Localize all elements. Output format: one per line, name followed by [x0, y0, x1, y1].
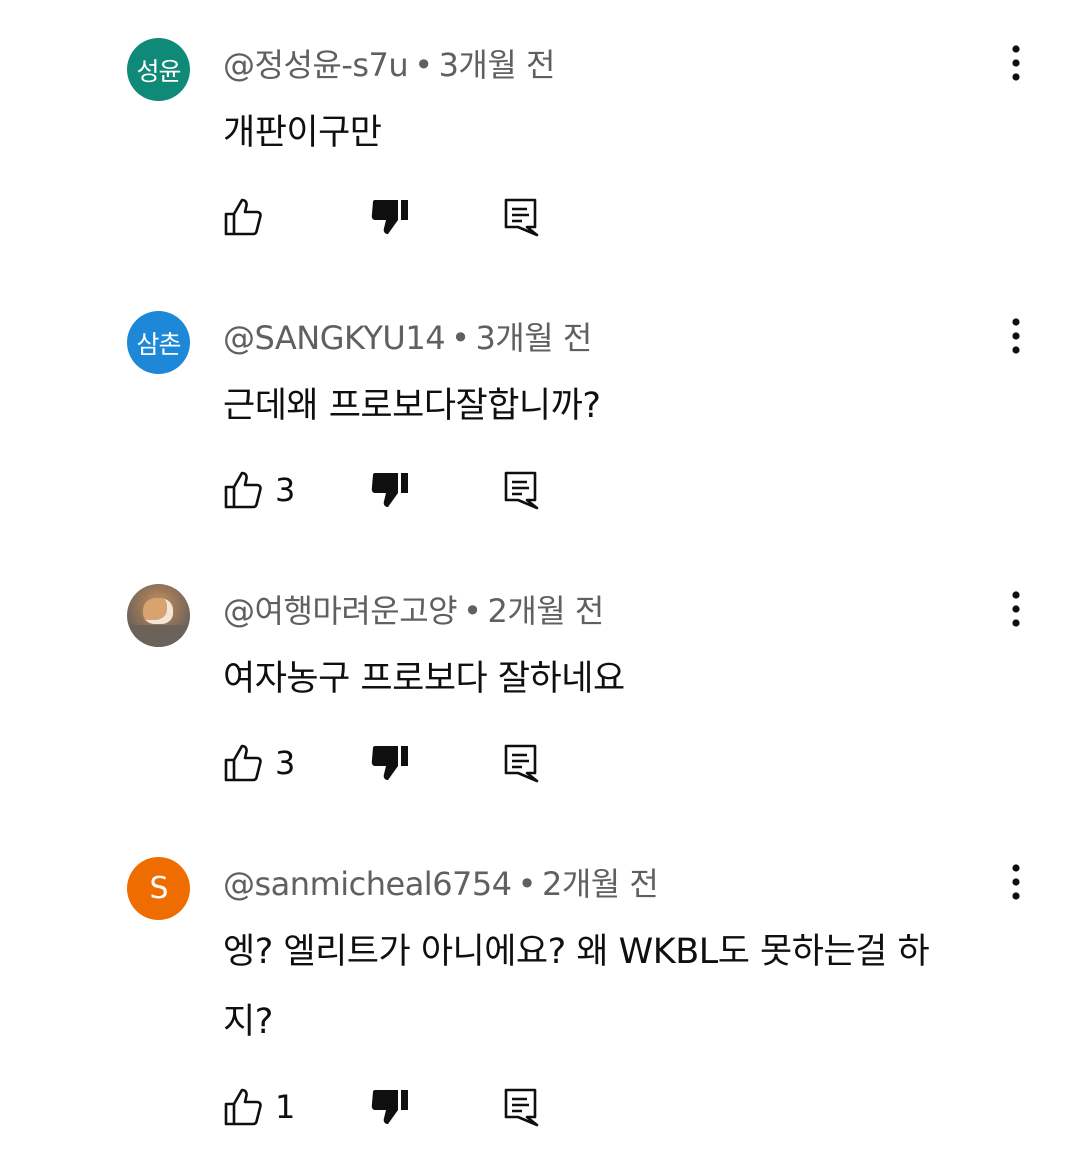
thumbs-up-icon: [223, 1087, 263, 1127]
more-options-icon[interactable]: [1000, 44, 1032, 84]
thumbs-up-icon: [223, 470, 263, 510]
avatar-photo-ground: [127, 625, 190, 647]
reply-icon: [503, 1087, 539, 1127]
more-options-icon[interactable]: [1000, 863, 1032, 903]
reply-icon: [503, 470, 539, 510]
author-handle[interactable]: @정성윤-s7u: [223, 46, 409, 84]
thumbs-up-icon: [223, 197, 263, 237]
thumbs-down-icon: [371, 1087, 411, 1127]
avatar-initials: 삼촌: [136, 329, 181, 359]
comment-meta: @SANGKYU14 • 3개월 전: [223, 313, 592, 359]
meta-separator: •: [451, 319, 470, 357]
thumbs-up-icon: [223, 743, 263, 783]
meta-separator: •: [414, 46, 433, 84]
comment-time[interactable]: 2개월 전: [487, 592, 604, 630]
dislike-button[interactable]: [371, 195, 411, 239]
dislike-button[interactable]: [371, 468, 411, 512]
like-count: 3: [275, 744, 296, 782]
thumbs-down-icon: [371, 470, 411, 510]
reply-button[interactable]: [503, 1085, 539, 1129]
avatar[interactable]: S: [127, 857, 190, 920]
more-options-icon[interactable]: [1000, 590, 1032, 630]
thumbs-down-icon: [371, 197, 411, 237]
comment-time[interactable]: 2개월 전: [542, 865, 659, 903]
comment-actions: 3: [223, 468, 553, 512]
avatar[interactable]: 삼촌: [127, 311, 190, 374]
dislike-button[interactable]: [371, 1085, 411, 1129]
comment-actions: [223, 195, 553, 239]
meta-separator: •: [517, 865, 537, 903]
like-button[interactable]: 3: [223, 468, 295, 512]
reply-icon: [503, 743, 539, 783]
author-handle[interactable]: @sanmicheal6754: [223, 865, 512, 903]
reply-button[interactable]: [503, 468, 539, 512]
comment-meta: @여행마려운고양 • 2개월 전: [223, 586, 604, 632]
comment-time[interactable]: 3개월 전: [439, 46, 556, 84]
dislike-button[interactable]: [371, 741, 411, 785]
like-button[interactable]: 1: [223, 1085, 295, 1129]
avatar[interactable]: 성윤: [127, 38, 190, 101]
thumbs-down-icon: [371, 743, 411, 783]
like-count: 1: [275, 1088, 296, 1126]
reply-icon: [503, 197, 539, 237]
avatar[interactable]: [127, 584, 190, 647]
like-button[interactable]: [223, 195, 275, 239]
comment-text: 엥? 엘리트가 아니에요? 왜 WKBL도 못하는걸 하지?: [223, 932, 930, 1042]
like-button[interactable]: 3: [223, 741, 295, 785]
comment-meta: @정성윤-s7u • 3개월 전: [223, 40, 555, 86]
reply-button[interactable]: [503, 195, 539, 239]
author-handle[interactable]: @여행마려운고양: [223, 592, 458, 630]
comment-text: 여자농구 프로보다 잘하네요: [223, 659, 625, 699]
avatar-initials: 성윤: [136, 56, 181, 86]
comment-time[interactable]: 3개월 전: [475, 319, 592, 357]
comment-actions: 3: [223, 741, 553, 785]
more-options-icon[interactable]: [1000, 317, 1032, 357]
author-handle[interactable]: @SANGKYU14: [223, 319, 446, 357]
comment-actions: 1: [223, 1085, 553, 1129]
comment-text: 근데왜 프로보다잘합니까?: [223, 386, 601, 426]
comment-meta: @sanmicheal6754 • 2개월 전: [223, 859, 659, 905]
avatar-initials: S: [149, 871, 168, 906]
comment-text: 개판이구만: [223, 113, 382, 153]
reply-button[interactable]: [503, 741, 539, 785]
meta-separator: •: [463, 592, 482, 630]
avatar-photo-cat: [143, 598, 173, 624]
like-count: 3: [275, 471, 296, 509]
